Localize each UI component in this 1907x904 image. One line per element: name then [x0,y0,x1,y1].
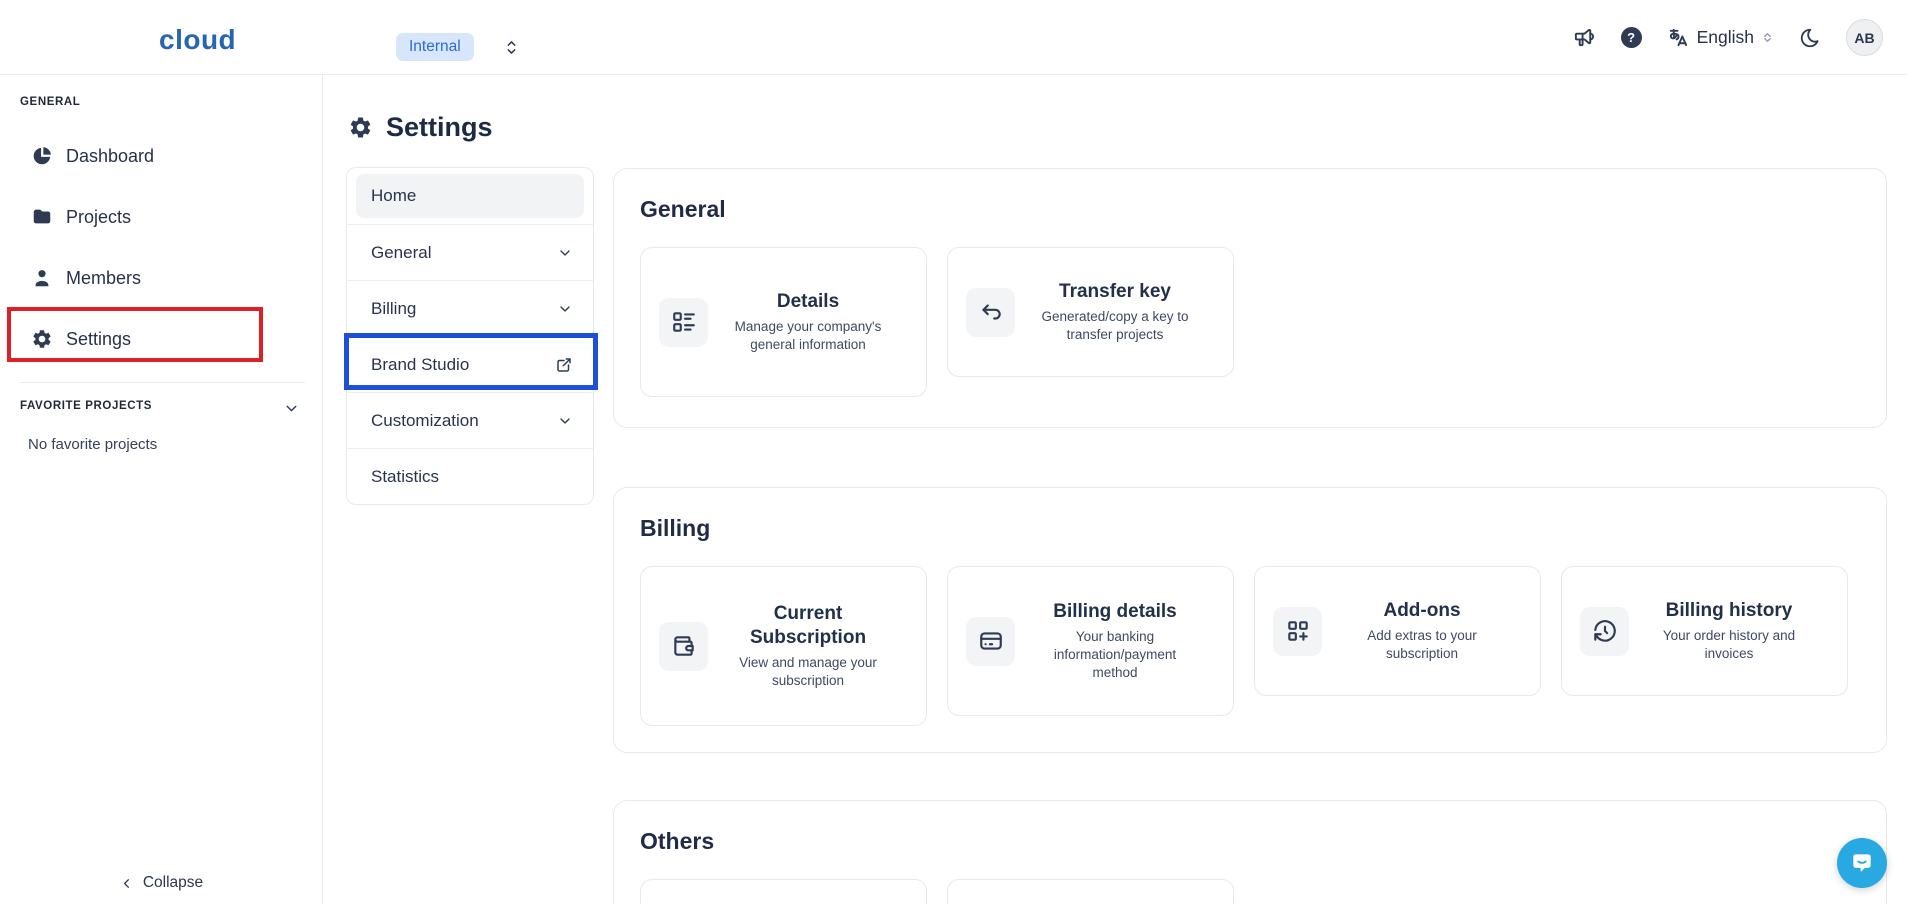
apps-plus-icon [1273,607,1322,656]
card-description: Manage your company's general informatio… [729,318,887,354]
settings-subnav: Home General Billing Brand Studio Custom… [346,167,594,505]
card-title: Billing details [1053,600,1177,624]
transfer-key-card[interactable]: Transfer key Generated/copy a key to tra… [947,247,1234,377]
sidebar-section-favorites: FAVORITE PROJECTS [20,400,152,412]
cards-row: Current Subscription View and manage you… [640,566,1886,726]
subnav-item-billing[interactable]: Billing [347,280,593,336]
sidebar-item-members[interactable]: Members [0,258,322,298]
page-title: Settings [386,112,493,143]
section-title: Billing [640,515,1886,542]
gear-icon [348,115,373,140]
subnav-item-customization[interactable]: Customization [347,392,593,448]
card-description: Your banking information/payment method [1036,628,1194,681]
current-subscription-card[interactable]: Current Subscription View and manage you… [640,566,927,726]
external-link-icon [555,356,573,374]
collapse-label: Collapse [143,874,203,892]
subnav-item-label: Brand Studio [371,355,469,375]
chevron-down-icon [557,413,573,429]
sidebar-item-projects[interactable]: Projects [0,197,322,237]
subnav-item-label: Customization [371,411,479,431]
details-card[interactable]: Details Manage your company's general in… [640,247,927,397]
card-title: Current Subscription [721,602,896,650]
collapse-sidebar-button[interactable]: Collapse [0,874,322,892]
avatar[interactable]: AB [1846,19,1883,56]
billing-section-panel: Billing Current Subscription View and ma… [613,487,1887,753]
subnav-item-home[interactable]: Home [347,168,593,224]
sidebar-divider [20,382,305,383]
subnav-item-label: General [371,243,431,263]
chevron-down-icon[interactable] [283,400,300,417]
subnav-item-label: Statistics [371,467,439,487]
sidebar-section-general: GENERAL [20,96,80,108]
page-title-row: Settings [348,112,493,143]
sidebar-item-label: Projects [66,207,131,228]
user-icon [31,267,53,289]
megaphone-icon[interactable] [1573,26,1596,49]
help-icon[interactable]: ? [1621,27,1642,48]
others-section-panel: Others [613,800,1887,904]
sidebar-item-settings[interactable]: Settings [0,319,322,359]
chevron-left-icon [119,876,134,891]
sidebar: GENERAL Dashboard Projects [0,75,323,904]
card-title: Billing history [1666,599,1793,623]
card-description: View and manage your subscription [729,654,887,690]
cards-row: Details Manage your company's general in… [640,247,1886,397]
top-bar: cloud Internal ? English [0,0,1907,75]
others-card[interactable] [640,879,927,904]
app-root: cloud Internal ? English [0,0,1907,904]
language-caret-icon [1761,31,1774,44]
list-details-icon [659,298,708,347]
app-logo[interactable]: cloud [159,24,236,56]
sidebar-item-label: Dashboard [66,146,154,167]
card-title: Transfer key [1059,280,1171,304]
topbar-actions: ? English AB [1573,0,1883,75]
others-card[interactable] [947,879,1234,904]
subnav-item-label: Home [371,186,416,206]
sidebar-item-dashboard[interactable]: Dashboard [0,136,322,176]
history-clock-icon [1580,607,1629,656]
billing-details-card[interactable]: Billing details Your banking information… [947,566,1234,716]
add-ons-card[interactable]: Add-ons Add extras to your subscription [1254,566,1541,696]
card-description: Generated/copy a key to transfer project… [1036,308,1194,344]
subnav-item-general[interactable]: General [347,224,593,280]
translate-icon [1667,26,1690,49]
favorites-empty-text: No favorite projects [28,436,157,453]
sidebar-item-label: Members [66,268,141,289]
section-title: General [640,196,1886,223]
language-selector[interactable]: English [1667,26,1774,49]
language-label: English [1697,27,1754,48]
general-section-panel: General Details Manage your company's ge… [613,168,1887,428]
sidebar-items: Dashboard Projects Members Settings [0,136,322,359]
subnav-item-label: Billing [371,299,416,319]
arrow-back-icon [966,288,1015,337]
card-title: Add-ons [1383,599,1460,623]
chat-launcher-button[interactable] [1837,838,1887,888]
chevron-down-icon [557,301,573,317]
card-title: Details [777,290,839,314]
section-title: Others [640,828,1886,855]
environment-switch-icon[interactable] [502,38,521,57]
subnav-item-brand-studio[interactable]: Brand Studio [347,336,593,392]
chat-bubble-icon [1849,850,1875,876]
chevron-down-icon [557,245,573,261]
pie-chart-icon [31,145,53,167]
folder-icon [31,206,53,228]
card-description: Add extras to your subscription [1343,627,1501,663]
subnav-item-statistics[interactable]: Statistics [347,448,593,504]
sidebar-item-label: Settings [66,329,131,350]
dark-mode-moon-icon[interactable] [1799,27,1821,49]
card-description: Your order history and invoices [1650,627,1808,663]
cards-row [640,879,1886,904]
environment-badge[interactable]: Internal [396,33,474,61]
wallet-icon [659,622,708,671]
billing-history-card[interactable]: Billing history Your order history and i… [1561,566,1848,696]
gear-icon [31,328,53,350]
credit-card-icon [966,617,1015,666]
